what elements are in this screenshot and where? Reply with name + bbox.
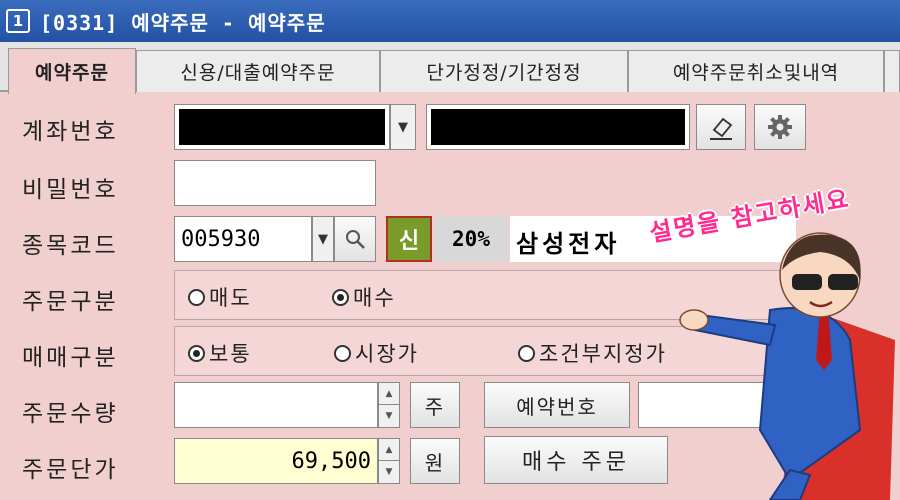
radio-label: 보통 (209, 342, 252, 366)
radio-label: 시장가 (355, 342, 419, 366)
window-title: [0331] 예약주문 - 예약주문 (40, 10, 326, 35)
tab-credit-loan-reservation[interactable]: 신용/대출예약주문 (136, 50, 380, 92)
quantity-input[interactable] (174, 382, 378, 428)
price-stepper[interactable]: ▲ ▼ (378, 438, 400, 484)
eraser-icon (710, 117, 733, 140)
tab-overflow[interactable] (884, 50, 900, 92)
margin-rate-badge: 20% (434, 216, 508, 262)
account-label: 계좌번호 (22, 119, 119, 145)
quantity-stepper[interactable]: ▲ ▼ (378, 382, 400, 428)
gear-icon (768, 115, 792, 139)
reservation-number-label: 예약번호 (484, 382, 630, 428)
tab-bar: 예약주문 신용/대출예약주문 단가정정/기간정정 예약주문취소및내역 (0, 42, 900, 94)
quantity-label: 주문수량 (22, 401, 119, 427)
radio-circle (188, 288, 205, 306)
trade-type-label: 매매구분 (22, 345, 119, 371)
radio-label: 매도 (209, 286, 252, 310)
price-label: 주문단가 (22, 457, 119, 483)
tab-reservation-order[interactable]: 예약주문 (8, 48, 136, 94)
radio-circle-selected (332, 288, 349, 306)
account-redacted (179, 109, 385, 145)
price-unit-button[interactable]: 원 (410, 438, 460, 484)
radio-circle-selected (188, 344, 205, 362)
radio-label: 조건부지정가 (539, 342, 667, 366)
eraser-button[interactable] (696, 104, 746, 150)
account-select[interactable] (174, 104, 390, 150)
order-type-buy-radio[interactable]: 매수 (332, 282, 396, 312)
password-label: 비밀번호 (22, 177, 119, 203)
radio-circle (518, 344, 535, 362)
guide-character-illustration (679, 232, 895, 500)
settings-button[interactable] (754, 104, 806, 150)
price-input[interactable]: 69,500 (174, 438, 378, 484)
password-field[interactable] (174, 160, 376, 206)
stock-code-label: 종목코드 (22, 233, 119, 259)
goggle-left (792, 274, 822, 290)
goggle-right (828, 274, 858, 290)
account-name-field (426, 104, 690, 150)
stock-code-input[interactable]: 005930 (174, 216, 312, 262)
trade-type-normal-radio[interactable]: 보통 (188, 338, 252, 368)
buy-order-button[interactable]: 매수 주문 (484, 436, 668, 484)
search-icon (346, 230, 365, 249)
order-type-label: 주문구분 (22, 289, 119, 315)
hand (679, 309, 709, 331)
window-number-badge: 1 (6, 9, 30, 33)
stock-code-dropdown-button[interactable]: ▼ (312, 216, 334, 262)
trade-type-conditional-radio[interactable]: 조건부지정가 (518, 338, 667, 368)
order-type-sell-radio[interactable]: 매도 (188, 282, 252, 312)
account-dropdown-button[interactable]: ▼ (390, 104, 416, 150)
account-name-redacted (431, 109, 685, 145)
tab-reservation-cancel-history[interactable]: 예약주문취소및내역 (628, 50, 884, 92)
radio-circle (334, 344, 351, 362)
stock-search-button[interactable] (334, 216, 376, 262)
title-bar: 1 [0331] 예약주문 - 예약주문 (0, 0, 900, 42)
trade-type-market-radio[interactable]: 시장가 (334, 338, 419, 368)
credit-badge: 신 (386, 216, 432, 262)
tab-price-period-correction[interactable]: 단가정정/기간정정 (380, 50, 628, 92)
quantity-unit-button[interactable]: 주 (410, 382, 460, 428)
radio-label: 매수 (353, 286, 396, 310)
